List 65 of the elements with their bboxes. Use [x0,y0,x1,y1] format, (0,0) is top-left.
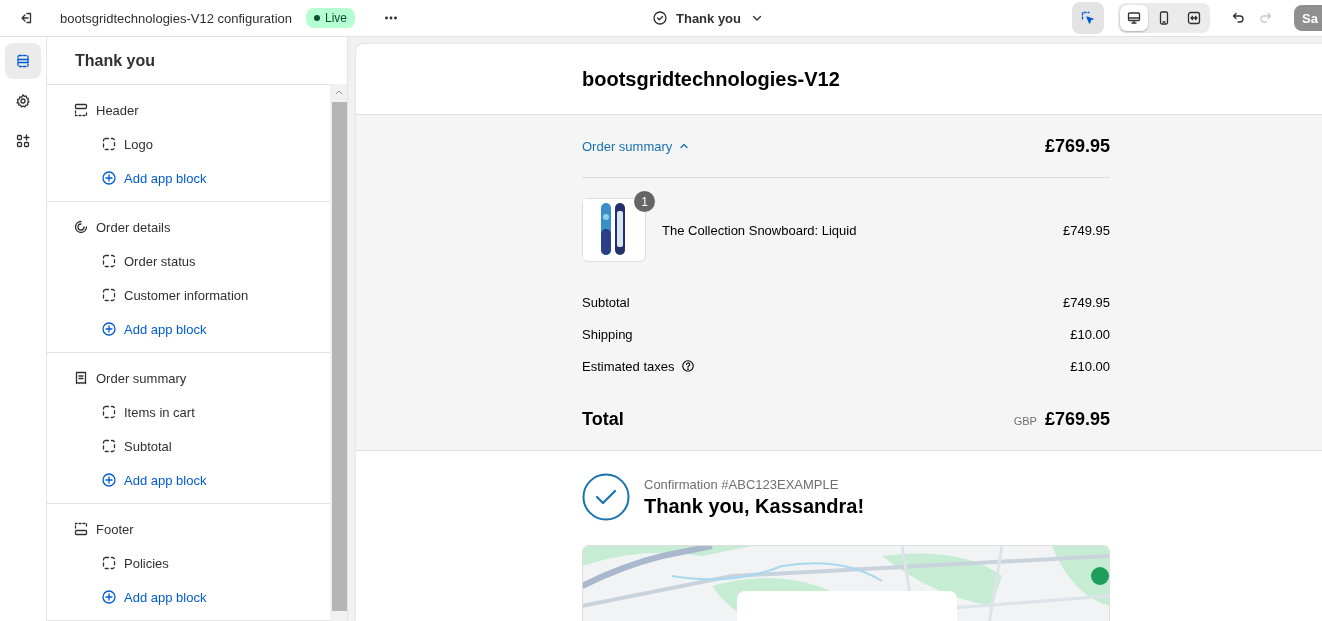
page-selector[interactable]: Thank you [646,9,771,27]
rail-button[interactable] [5,43,41,79]
add-block-link[interactable]: Add app block [124,589,207,605]
section-label: Footer [96,521,134,537]
quantity-badge: 1 [634,191,655,212]
block-item[interactable]: Customer information [124,287,249,303]
block-icon [101,287,117,303]
apps-icon [15,133,31,149]
section-label: Order details [96,219,171,235]
cost-value: £10.00 [1070,358,1110,374]
redo-icon [1258,10,1274,26]
receipt-icon [73,370,89,386]
select-icon [1080,10,1096,26]
plus-circle-icon [101,170,117,186]
chevron-up-icon [334,88,344,96]
cost-label: Subtotal [582,294,630,310]
block-item[interactable]: Policies [124,555,169,571]
block-item[interactable]: Order status [124,253,196,269]
total-value: £769.95 [1044,408,1110,430]
settings-icon [15,93,31,109]
currency-code: GBP [1013,414,1037,427]
total-label: Total [582,408,624,430]
cost-value: £749.95 [1063,294,1110,310]
section-label: Order summary [96,370,187,386]
status-badge: Live [306,8,355,28]
sections-icon [15,53,31,69]
full-width-icon [1186,10,1202,26]
add-block-link[interactable]: Add app block [124,321,207,337]
block-item[interactable]: Logo [124,136,153,152]
summary-toggle[interactable]: Order summary [582,138,691,154]
check-circle-icon [652,10,668,26]
add-block-link[interactable]: Add app block [124,170,207,186]
block-icon [101,253,117,269]
footer-icon [73,521,89,537]
plus-circle-icon [101,589,117,605]
scrollbar[interactable] [330,84,347,621]
confirmation-number: Confirmation #ABC123EXAMPLE [644,476,840,492]
header-icon [73,102,89,118]
undo-icon [1230,10,1246,26]
plus-circle-icon [101,472,117,488]
block-icon [101,555,117,571]
cost-label: Estimated taxes [582,358,675,374]
cost-value: £10.00 [1070,326,1110,342]
scrollbar-thumb[interactable] [332,102,347,611]
thank-you-heading: Thank you, Kassandra! [644,494,865,518]
block-icon [101,438,117,454]
check-circle-icon [582,473,630,521]
theme-title: bootsgridtechnologies-V12 configuration [60,10,292,26]
shop-name: bootsgridtechnologies-V12 [582,66,841,92]
block-item[interactable]: Items in cart [124,404,195,420]
section-label: Header [96,102,139,118]
cost-label: Shipping [582,326,633,342]
spiral-icon [73,219,89,235]
add-block-link[interactable]: Add app block [124,472,207,488]
product-price: £749.95 [1063,222,1110,238]
inspector-button[interactable] [1072,2,1104,34]
plus-circle-icon [101,321,117,337]
device-toggle[interactable] [1120,5,1148,31]
desktop-icon [1126,10,1142,26]
help-icon [680,359,695,373]
product-title: The Collection Snowboard: Liquid [662,222,858,238]
block-item[interactable]: Subtotal [124,438,172,454]
block-icon [101,404,117,420]
block-icon [101,136,117,152]
summary-total: £769.95 [1044,135,1110,157]
